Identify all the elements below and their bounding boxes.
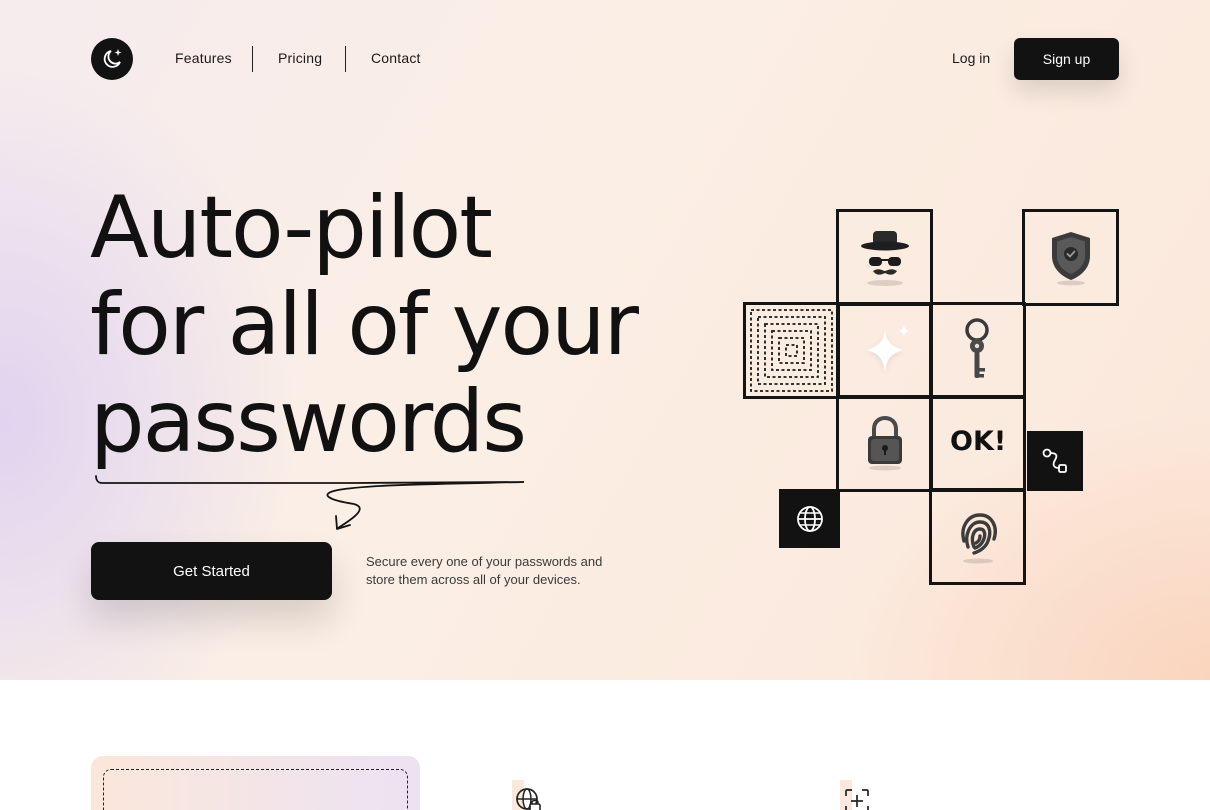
fingerprint-icon: [950, 505, 1006, 567]
grid-cell: [929, 302, 1026, 399]
headline-line-1: Auto-pilot: [90, 178, 493, 278]
login-link[interactable]: Log in: [952, 50, 990, 66]
globe-icon-tile: [779, 489, 840, 548]
feature-icon-scan: [840, 780, 874, 810]
sparkle-icon: [859, 322, 913, 378]
grid-cell: [836, 209, 933, 306]
incognito-icon: [856, 226, 914, 288]
route-icon-tile: [1027, 431, 1083, 491]
concentric-squares-pattern: [746, 305, 837, 396]
grid-cell: [743, 302, 840, 399]
grid-cell: [929, 395, 1026, 492]
hero-section: Features Pricing Contact Log in Sign up …: [0, 0, 1210, 680]
headline-line-2: for all of your: [90, 275, 639, 375]
nav-link-features[interactable]: Features: [175, 50, 232, 66]
grid-cell: [1022, 209, 1119, 306]
feature-icon-globe-lock: [512, 780, 546, 810]
nav-divider: [252, 46, 253, 72]
headline-line-3: passwords: [90, 372, 527, 472]
nav-link-contact[interactable]: Contact: [371, 50, 421, 66]
logo-moon-icon[interactable]: [91, 38, 133, 80]
padlock-icon: [858, 412, 912, 472]
underline-scribble: [95, 475, 525, 530]
route-icon: [1042, 448, 1067, 473]
hero-headline: Auto-pilot for all of your passwords: [90, 180, 690, 471]
get-started-button[interactable]: Get Started: [91, 542, 332, 600]
globe-icon: [796, 505, 823, 532]
globe-lock-icon: [516, 788, 541, 810]
shield-check-icon: [1043, 226, 1099, 288]
nav-link-pricing[interactable]: Pricing: [278, 50, 322, 66]
feature-card: [91, 756, 420, 810]
grid-cell: [836, 395, 933, 492]
grid-cell: [929, 488, 1026, 585]
dashed-dropzone: [103, 769, 408, 810]
hero-subtext: Secure every one of your passwords and s…: [366, 554, 603, 587]
scan-icon: [845, 789, 869, 810]
key-icon: [952, 316, 1002, 386]
signup-button[interactable]: Sign up: [1014, 38, 1119, 80]
ok-label: OK!: [950, 426, 1007, 457]
nav-divider: [345, 46, 346, 72]
grid-cell: [836, 302, 933, 399]
